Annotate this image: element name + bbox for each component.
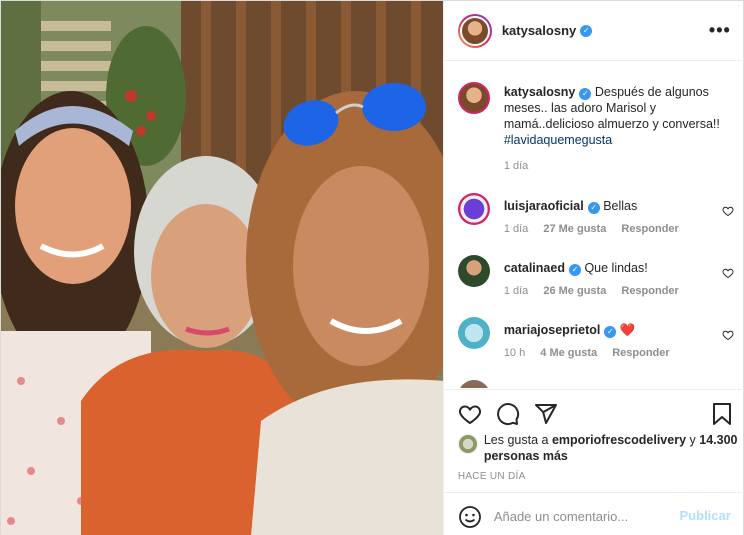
comment-text: Bellas xyxy=(603,199,638,213)
likes-prefix: Les gusta a xyxy=(483,433,549,447)
selfie-photo-illustration xyxy=(1,1,443,535)
reply-button[interactable]: Responder xyxy=(621,223,678,235)
emoji-icon[interactable] xyxy=(458,505,482,529)
post-header: katysalosny ✓ ••• xyxy=(443,1,744,61)
verified-badge-icon: ✓ xyxy=(604,326,617,338)
caption-username[interactable]: katysalosny xyxy=(504,85,576,99)
caption-hashtag[interactable]: #lavidaquemegusta xyxy=(504,133,612,147)
comment-username[interactable]: catalinaed xyxy=(504,261,565,275)
like-comment-heart-icon[interactable] xyxy=(722,205,734,217)
verified-badge-icon: ✓ xyxy=(587,202,600,214)
reply-button[interactable]: Responder xyxy=(612,347,669,359)
comment-icon[interactable] xyxy=(496,402,520,426)
verified-badge-icon: ✓ xyxy=(568,264,581,276)
post-photo[interactable] xyxy=(1,1,443,535)
post-actions: Les gusta a emporiofrescodelivery y 14.3… xyxy=(443,389,744,535)
caption-avatar[interactable] xyxy=(457,82,490,114)
reply-button[interactable]: Responder xyxy=(621,285,678,297)
instagram-post: katysalosny ✓ ••• katysalosny ✓ Después d… xyxy=(0,0,744,535)
comment-likes[interactable]: 27 Me gusta xyxy=(543,223,606,235)
likes-joiner: y xyxy=(689,433,696,447)
comment-avatar[interactable] xyxy=(457,317,490,349)
bookmark-icon[interactable] xyxy=(710,402,734,426)
comment-time: 1 día xyxy=(503,285,529,297)
author-avatar[interactable] xyxy=(457,13,492,48)
comment-avatar[interactable] xyxy=(457,380,490,388)
comment-text: ❤️ xyxy=(619,323,636,337)
share-icon[interactable] xyxy=(534,402,558,426)
post-timestamp[interactable]: HACE UN DÍA xyxy=(458,471,526,482)
author-username[interactable]: katysalosny xyxy=(502,23,576,38)
comments-list[interactable]: katysalosny ✓ Después de algunos meses.. … xyxy=(444,62,744,388)
like-comment-heart-icon[interactable] xyxy=(722,267,734,279)
comment-likes[interactable]: 4 Me gusta xyxy=(540,347,597,359)
liker-avatar[interactable] xyxy=(457,434,478,454)
comment-text: Que lindas! xyxy=(584,261,648,275)
add-comment-bar: Publicar xyxy=(443,492,744,535)
comment-time: 10 h xyxy=(503,347,526,359)
post-side-panel: katysalosny ✓ ••• katysalosny ✓ Después d… xyxy=(442,1,744,535)
heart-icon[interactable] xyxy=(458,402,482,426)
more-options-icon[interactable]: ••• xyxy=(709,21,731,39)
comment-username[interactable]: mariajoseprietol xyxy=(504,323,601,337)
comment-time: 1 día xyxy=(503,223,529,235)
publish-button[interactable]: Publicar xyxy=(680,508,731,523)
caption-time: 1 día xyxy=(503,160,529,172)
comment-likes[interactable]: 26 Me gusta xyxy=(543,285,606,297)
comment-input[interactable] xyxy=(493,503,674,529)
comment-username[interactable]: luisjaraoficial xyxy=(504,199,584,213)
comment-avatar[interactable] xyxy=(457,255,490,287)
comment-avatar[interactable] xyxy=(457,193,490,225)
verified-badge-icon: ✓ xyxy=(579,88,592,100)
action-icon-row xyxy=(458,402,732,428)
liker-username[interactable]: emporiofrescodelivery xyxy=(552,433,686,447)
like-comment-heart-icon[interactable] xyxy=(722,329,734,341)
verified-badge-icon: ✓ xyxy=(580,24,593,37)
